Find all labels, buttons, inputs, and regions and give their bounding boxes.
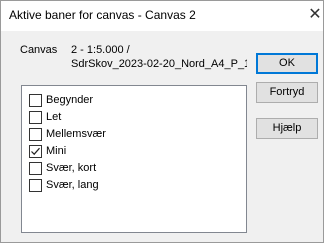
- tracks-listbox[interactable]: Begynder Let Mellemsvær Mini Svær, kort …: [21, 85, 247, 233]
- ok-button[interactable]: OK: [256, 53, 318, 74]
- checkbox[interactable]: [29, 145, 42, 158]
- list-item-label: Mellemsvær: [46, 128, 106, 140]
- canvas-label: Canvas: [20, 44, 58, 56]
- close-icon[interactable]: ✕: [307, 5, 323, 25]
- list-item-label: Svær, lang: [46, 179, 99, 191]
- list-item-let[interactable]: Let: [29, 111, 229, 125]
- checkbox[interactable]: [29, 94, 42, 107]
- cancel-button[interactable]: Fortryd: [256, 82, 318, 103]
- list-item-label: Mini: [46, 145, 67, 157]
- checkbox[interactable]: [29, 128, 42, 141]
- canvas-value-line2: SdrSkov_2023-02-20_Nord_A4_P_1: [71, 58, 247, 70]
- list-item-label: Begynder: [46, 94, 94, 106]
- list-item-begynder[interactable]: Begynder: [29, 94, 229, 108]
- checkbox[interactable]: [29, 179, 42, 192]
- list-item-label: Let: [46, 111, 62, 123]
- list-item-label: Svær, kort: [46, 162, 97, 174]
- checkbox[interactable]: [29, 162, 42, 175]
- list-item-svaer-lang[interactable]: Svær, lang: [29, 179, 229, 193]
- dialog-window: Aktive baner for canvas - Canvas 2 ✕ Can…: [0, 0, 324, 243]
- checkbox[interactable]: [29, 111, 42, 124]
- list-item-mini[interactable]: Mini: [29, 145, 229, 159]
- list-item-mellemsvaer[interactable]: Mellemsvær: [29, 128, 229, 142]
- help-button[interactable]: Hjælp: [256, 118, 318, 139]
- canvas-value-line1: 2 - 1:5.000 /: [71, 44, 130, 56]
- list-item-svaer-kort[interactable]: Svær, kort: [29, 162, 229, 176]
- checkmark-icon: [31, 147, 40, 156]
- window-title: Aktive baner for canvas - Canvas 2: [9, 8, 196, 22]
- title-bar: Aktive baner for canvas - Canvas 2 ✕: [1, 1, 323, 31]
